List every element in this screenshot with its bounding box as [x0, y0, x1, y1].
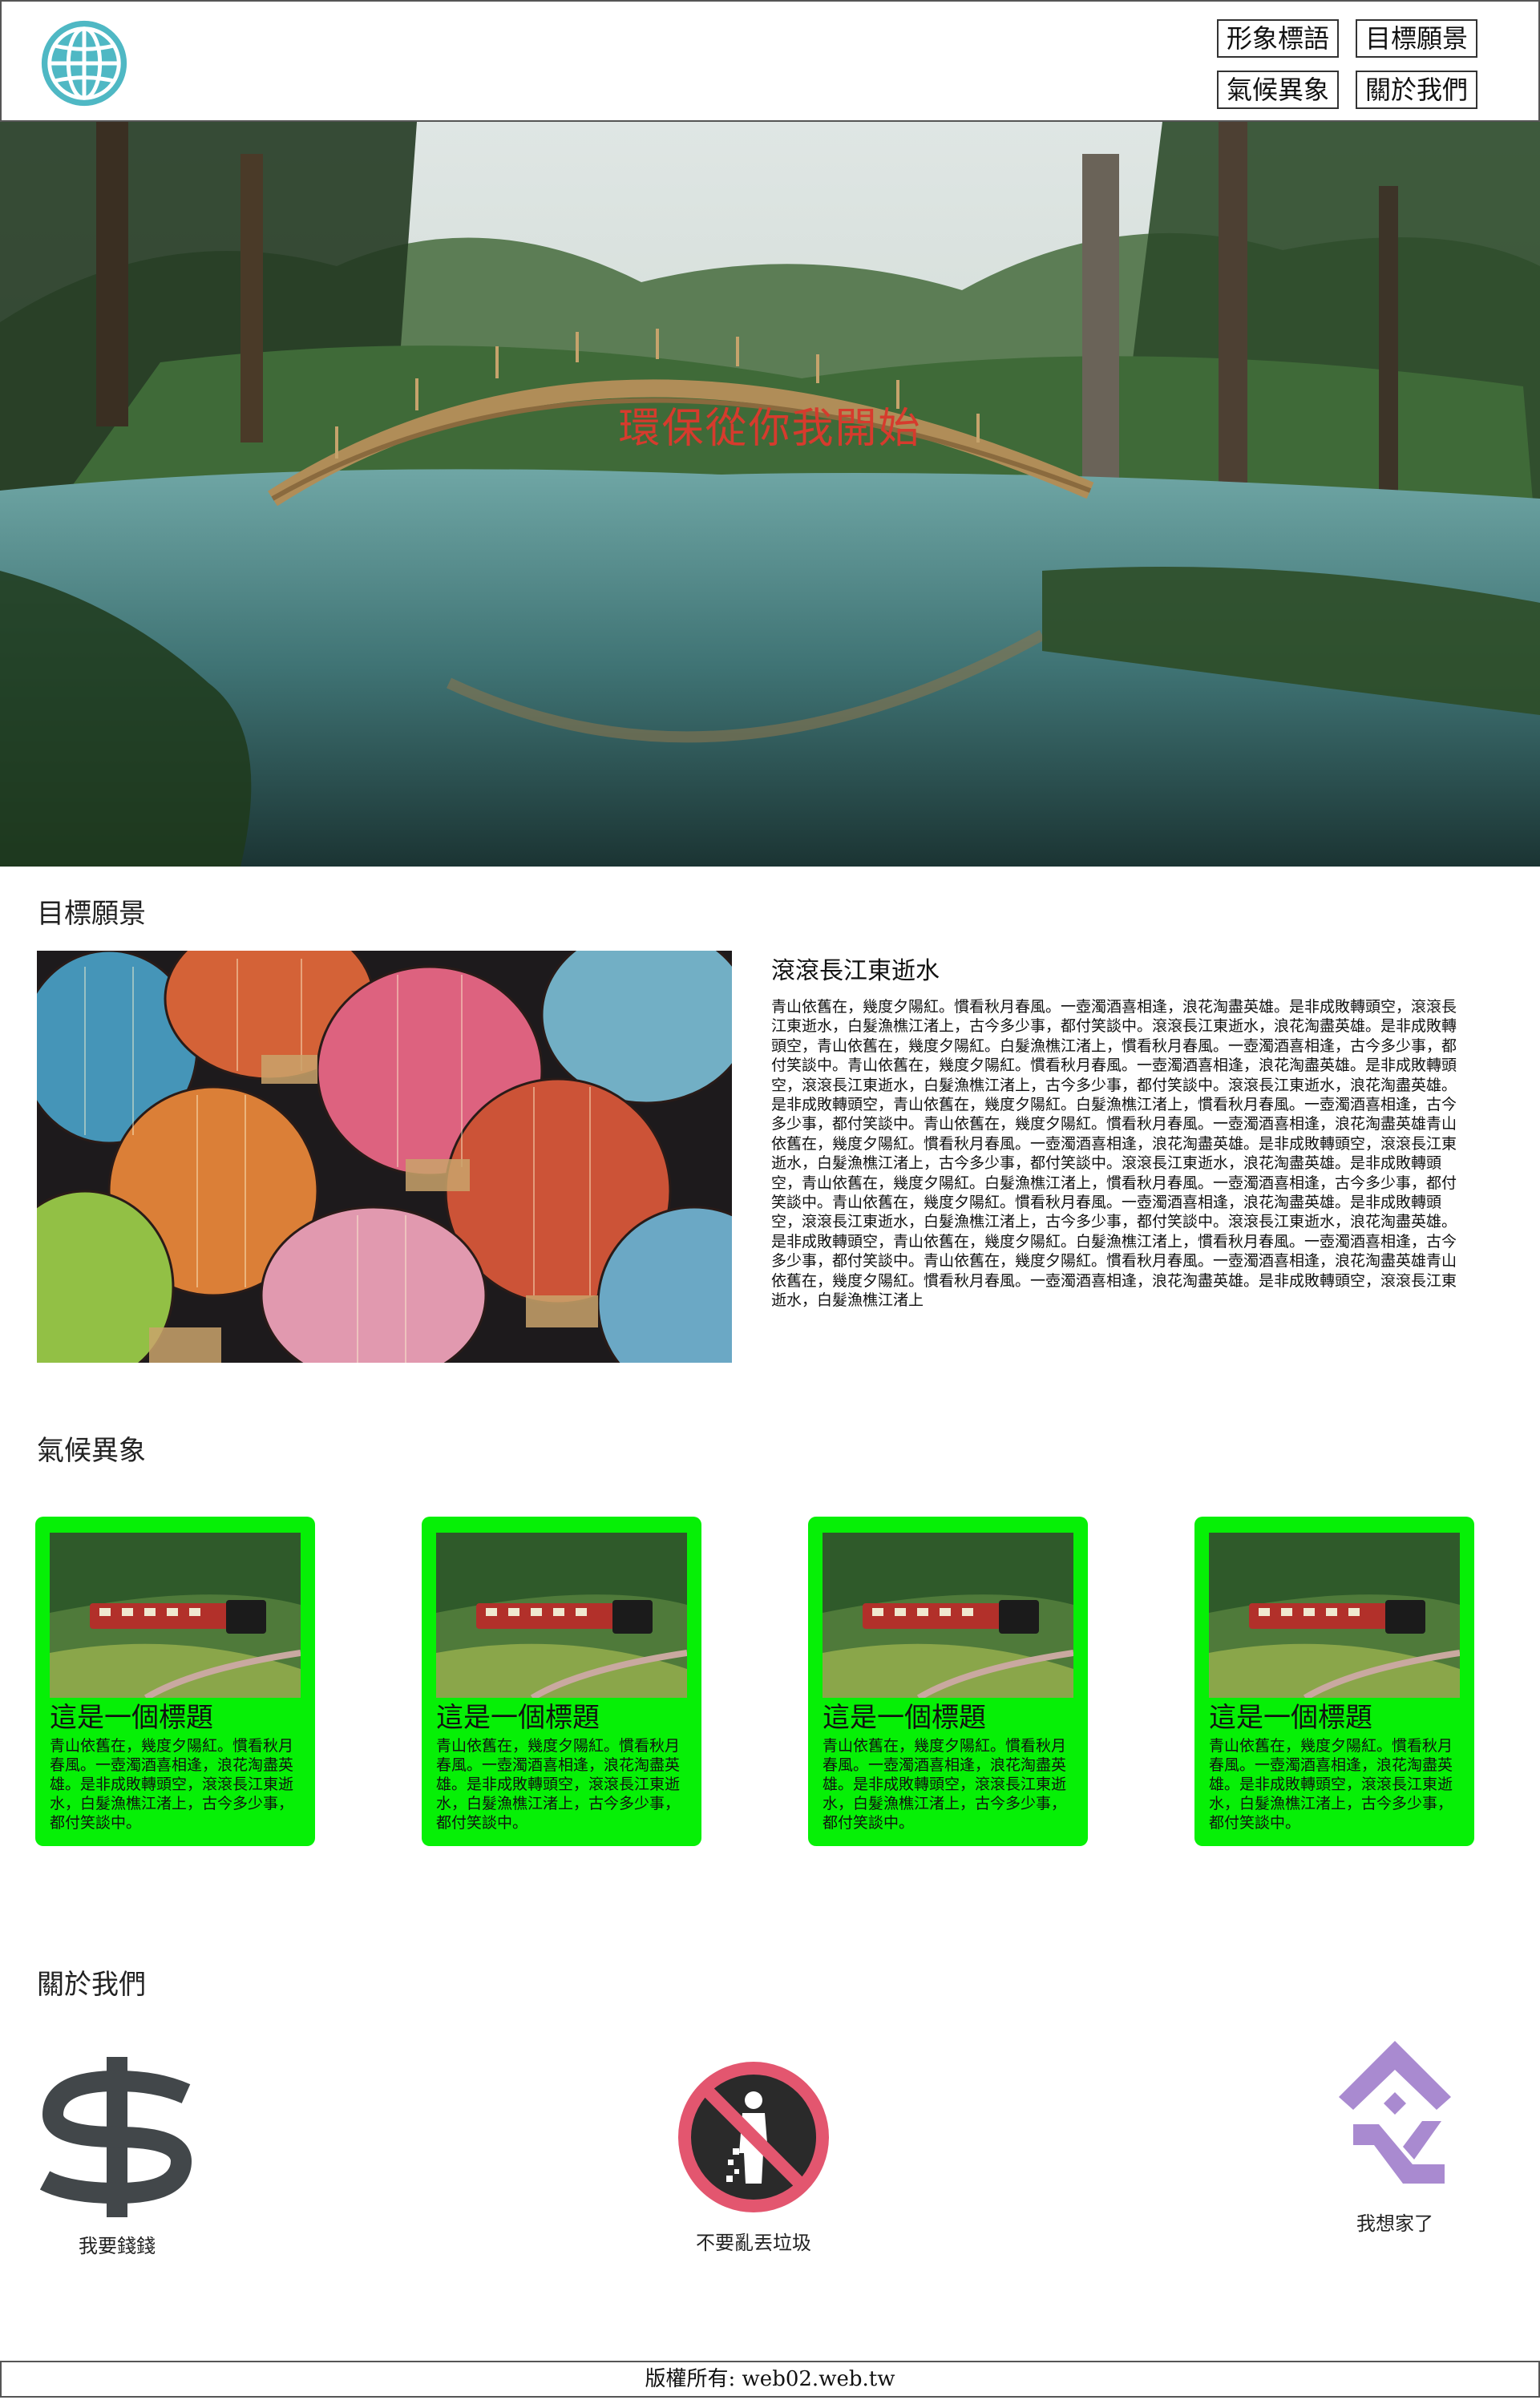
hero-banner: 環保從你我開始: [0, 122, 1540, 867]
card-body: 青山依舊在，幾度夕陽紅。慣看秋月春風。一壺濁酒喜相逢，浪花淘盡英雄。是非成敗轉頭…: [1209, 1737, 1453, 1832]
about-label: 我要錢錢: [79, 2235, 156, 2257]
climate-card[interactable]: 這是一個標題 青山依舊在，幾度夕陽紅。慣看秋月春風。一壺濁酒喜相逢，浪花淘盡英雄…: [1194, 1517, 1474, 1846]
card-body: 青山依舊在，幾度夕陽紅。慣看秋月春風。一壺濁酒喜相逢，浪花淘盡英雄。是非成敗轉頭…: [436, 1737, 681, 1832]
nav-climate-button[interactable]: 氣候異象: [1217, 71, 1340, 109]
train-image: [50, 1533, 301, 1698]
about-label: 我想家了: [1356, 2212, 1433, 2235]
lanterns-image: [37, 951, 732, 1363]
card-title: 這是一個標題: [1209, 1702, 1372, 1734]
about-item-no-litter[interactable]: 不要亂丟垃圾: [657, 2059, 850, 2255]
hero-image: [0, 122, 1540, 867]
about-item-money[interactable]: 我要錢錢: [37, 2057, 197, 2258]
nav-goals-button[interactable]: 目標願景: [1356, 19, 1478, 58]
goals-body-text: 青山依舊在，幾度夕陽紅。慣看秋月春風。一壺濁酒喜相逢，浪花淘盡英雄。是非成敗轉頭…: [771, 998, 1457, 1310]
climate-card[interactable]: 這是一個標題 青山依舊在，幾度夕陽紅。慣看秋月春風。一壺濁酒喜相逢，浪花淘盡英雄…: [35, 1517, 315, 1846]
about-label: 不要亂丟垃圾: [696, 2232, 811, 2254]
hero-slogan: 環保從你我開始: [618, 405, 922, 453]
train-image: [1209, 1533, 1460, 1698]
climate-section-title: 氣候異象: [37, 1435, 146, 1467]
copyright-text: 版權所有: web02.web.tw: [645, 2367, 895, 2391]
card-title: 這是一個標題: [50, 1702, 213, 1734]
globe-logo-icon[interactable]: [37, 16, 131, 111]
card-body: 青山依舊在，幾度夕陽紅。慣看秋月春風。一壺濁酒喜相逢，浪花淘盡英雄。是非成敗轉頭…: [50, 1737, 294, 1832]
train-image: [436, 1533, 687, 1698]
site-header: 形象標語 目標願景 氣候異象 關於我們: [0, 0, 1540, 122]
climate-card[interactable]: 這是一個標題 青山依舊在，幾度夕陽紅。慣看秋月春風。一壺濁酒喜相逢，浪花淘盡英雄…: [808, 1517, 1088, 1846]
dollar-icon: [39, 2057, 192, 2217]
homesick-icon: [1339, 2041, 1451, 2184]
goals-section-title: 目標願景: [37, 898, 146, 930]
goals-subtitle: 滾滾長江東逝水: [771, 957, 940, 985]
about-section-title: 關於我們: [37, 1969, 146, 2001]
card-body: 青山依舊在，幾度夕陽紅。慣看秋月春風。一壺濁酒喜相逢，浪花淘盡英雄。是非成敗轉頭…: [823, 1737, 1067, 1832]
card-title: 這是一個標題: [823, 1702, 986, 1734]
about-item-homesick[interactable]: 我想家了: [1331, 2041, 1459, 2236]
no-littering-icon: [678, 2062, 829, 2212]
site-footer: 版權所有: web02.web.tw: [0, 2361, 1540, 2398]
climate-card[interactable]: 這是一個標題 青山依舊在，幾度夕陽紅。慣看秋月春風。一壺濁酒喜相逢，浪花淘盡英雄…: [422, 1517, 701, 1846]
train-image: [823, 1533, 1073, 1698]
nav-about-button[interactable]: 關於我們: [1356, 71, 1478, 109]
nav-slogan-button[interactable]: 形象標語: [1217, 19, 1340, 58]
card-title: 這是一個標題: [436, 1702, 600, 1734]
